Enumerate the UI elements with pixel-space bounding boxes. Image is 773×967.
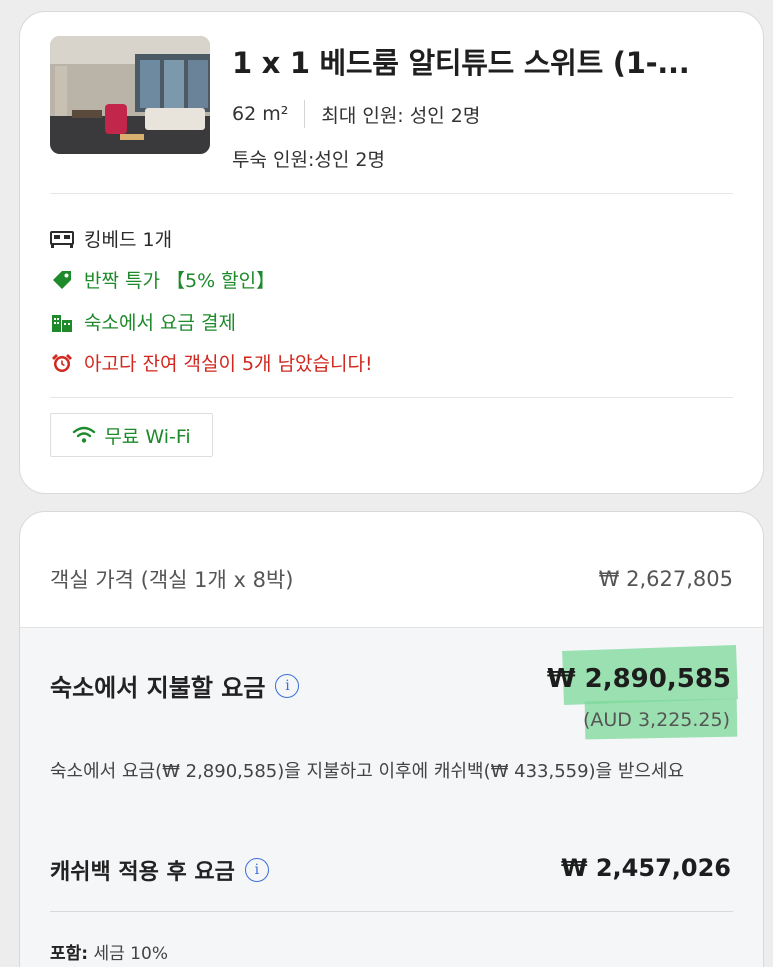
feature-bed: 킹베드 1개 [50,225,172,252]
alarm-clock-icon [50,351,74,375]
cashback-note: 숙소에서 요금(₩ 2,890,585)을 지불하고 이후에 캐쉬백(₩ 433… [50,761,685,782]
info-icon[interactable]: i [244,858,269,882]
feature-deal: 반짝 특가 【5% 할인】 [50,266,275,293]
amenity-wifi: 무료 Wi-Fi [50,413,213,457]
room-price-label: 객실 가격 (객실 1개 x 8박) [50,568,294,592]
feature-text: 아고다 잔여 객실이 5개 남았습니다! [84,353,373,375]
includes-value: 세금 10% [93,944,168,964]
max-occupancy: 최대 인원: 성인 2명 [321,104,481,127]
cb-label-text: 캐쉬백 적용 후 요금 [50,860,235,885]
room-card: 1 x 1 베드룸 알티튜드 스위트 (1-... 62 m² 최대 인원: 성… [19,11,764,494]
includes-label: 포함: [50,944,89,964]
pay-label-text: 숙소에서 지불할 요금 [50,674,266,702]
divider [50,193,733,194]
divider [50,911,733,912]
feature-text: 킹베드 1개 [84,229,173,251]
wifi-icon [72,426,96,444]
info-icon[interactable]: i [275,673,300,698]
pay-at-property-section: 숙소에서 지불할 요금 i ₩ 2,890,585 (AUD 3,225.25)… [20,627,763,967]
after-cashback-amount: ₩ 2,457,026 [561,854,731,882]
divider [50,397,733,398]
after-cashback-label: 캐쉬백 적용 후 요금 i [50,854,269,886]
includes-row: 포함: 세금 10% [50,939,168,964]
room-price-value: ₩ 2,627,805 [598,567,733,591]
pay-at-property-amount: ₩ 2,890,585 [546,664,731,694]
room-photo[interactable] [50,36,210,154]
room-meta: 62 m² 최대 인원: 성인 2명 [232,100,480,128]
feature-text: 숙소에서 요금 결제 [84,312,236,334]
tag-icon [50,268,74,292]
feature-text: 반짝 특가 【5% 할인】 [84,270,276,292]
room-size: 62 m² [232,103,289,125]
feature-rooms-left: 아고다 잔여 객실이 5개 남았습니다! [50,349,373,376]
pay-at-property-aud: (AUD 3,225.25) [582,709,730,731]
amenity-label: 무료 Wi-Fi [104,425,191,448]
pay-at-property-label: 숙소에서 지불할 요금 i [50,668,300,703]
building-icon [50,310,74,334]
guest-count: 투숙 인원:성인 2명 [232,149,385,171]
meta-separator [304,100,306,128]
price-card: 객실 가격 (객실 1개 x 8박) ₩ 2,627,805 숙소에서 지불할 … [19,511,764,967]
room-price-row: 객실 가격 (객실 1개 x 8박) ₩ 2,627,805 [50,564,733,594]
bed-icon [50,227,74,251]
feature-pay-at-property: 숙소에서 요금 결제 [50,308,236,335]
room-title[interactable]: 1 x 1 베드룸 알티튜드 스위트 (1-... [232,40,690,82]
